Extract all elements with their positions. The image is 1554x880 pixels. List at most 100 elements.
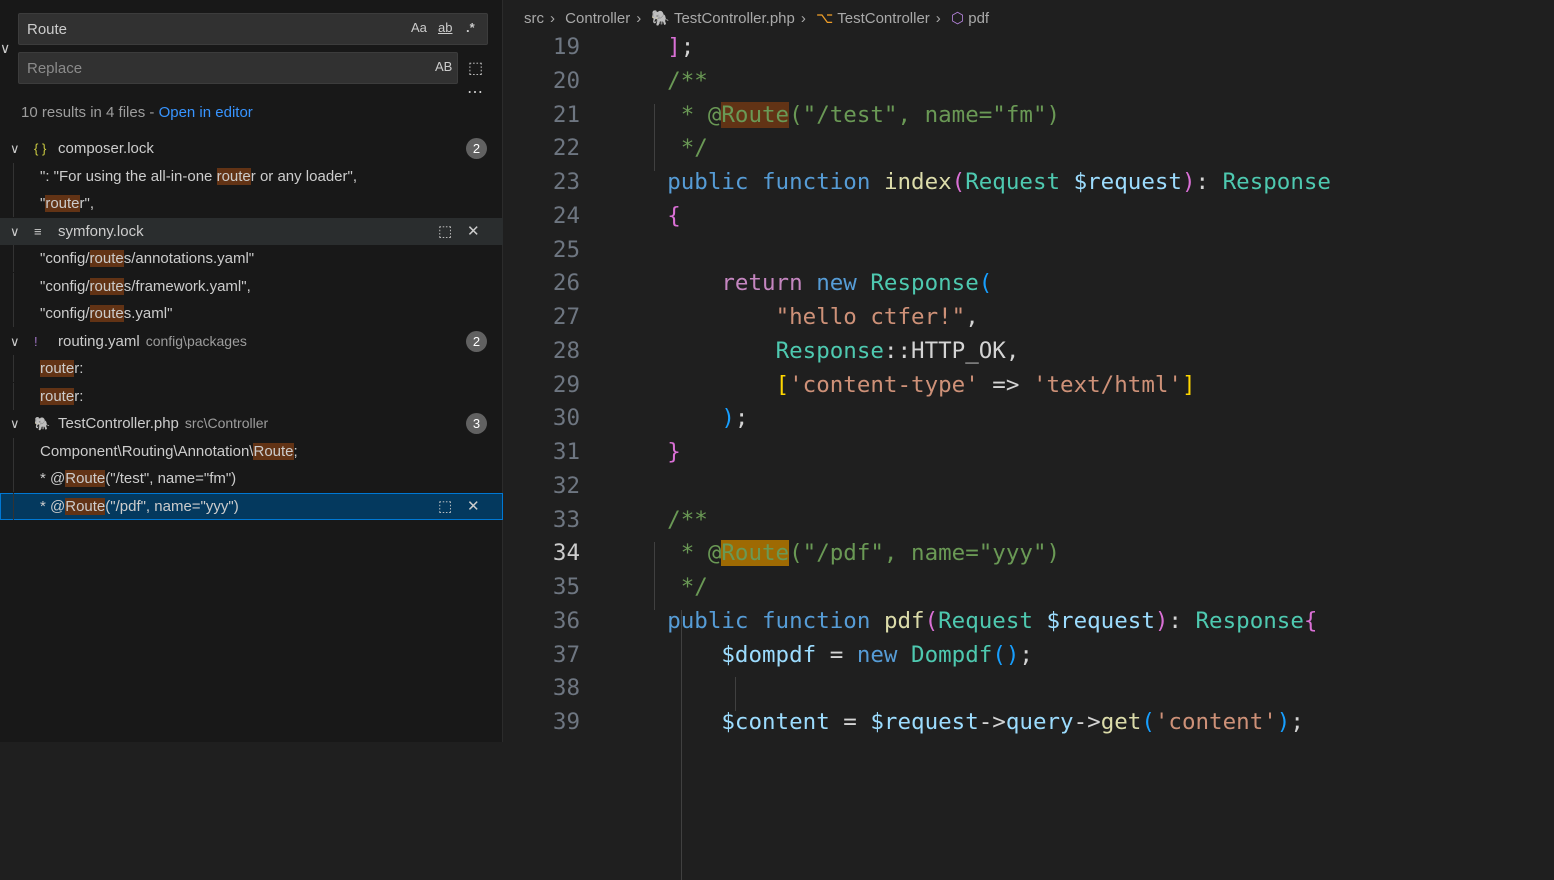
code-line: /** <box>613 507 708 533</box>
chevron-down-icon[interactable]: ∨ <box>10 410 20 437</box>
php-elephant-icon: 🐘 <box>34 416 51 431</box>
code-token: , <box>965 304 979 330</box>
match-line[interactable]: "router", <box>0 190 503 217</box>
replace-all-icon[interactable]: ⬚ <box>468 58 483 78</box>
file-name: TestController.php src\Controller <box>58 410 268 437</box>
match-post: s.yaml" <box>123 305 173 322</box>
line-number: 23 <box>552 169 580 195</box>
line-number: 32 <box>552 472 580 499</box>
match-hit: Route <box>65 497 106 515</box>
regex-toggle[interactable]: .* <box>466 20 475 35</box>
code-token: ) <box>1181 169 1196 195</box>
line-number: 22 <box>552 135 580 162</box>
breadcrumb-file[interactable]: TestController.php <box>674 10 795 27</box>
match-post: ("/pdf", name="yyy") <box>105 497 239 515</box>
line-number: 20 <box>552 67 580 94</box>
line-number: 31 <box>552 439 580 465</box>
code-token: $content <box>721 709 830 735</box>
code-token: ; <box>1290 709 1304 735</box>
match-line[interactable]: "config/routes/framework.yaml", <box>0 272 503 300</box>
match-pre: * @ <box>40 470 66 487</box>
line-number: 30 <box>552 405 580 432</box>
indent-guide <box>680 643 682 880</box>
code-token: ] <box>1181 371 1196 398</box>
match-whole-word-toggle[interactable]: ab <box>438 20 452 35</box>
code-token: Response <box>775 337 884 364</box>
match-post: ; <box>293 442 298 460</box>
class-icon: ⌥ <box>816 10 834 27</box>
code-token: query <box>1005 709 1074 735</box>
line-number: 35 <box>552 574 580 600</box>
code-token: * @ <box>613 540 722 567</box>
preserve-case-toggle[interactable]: AB <box>435 59 452 74</box>
code-token: ; <box>680 34 695 60</box>
code-token: => <box>978 371 1033 398</box>
open-in-editor-link[interactable]: Open in editor <box>159 104 253 121</box>
chevron-down-icon[interactable]: ∨ <box>10 328 20 355</box>
breadcrumb-controller[interactable]: Controller <box>565 10 630 27</box>
code-token: -> <box>978 709 1006 735</box>
more-options-icon[interactable]: ⋯ <box>467 82 483 102</box>
code-token: ( <box>951 169 966 195</box>
line-number: 29 <box>552 371 580 398</box>
result-file-2[interactable]: ∨! routing.yaml config\packages 2 <box>0 328 503 355</box>
chevron-down-icon[interactable]: ∨ <box>10 135 20 162</box>
breadcrumb-class[interactable]: TestController <box>837 10 930 27</box>
dismiss-icon[interactable]: ✕ <box>467 218 480 245</box>
search-sidebar: ∨ Route Aa ab .* Replace AB ⬚ ⋯ 10 resul… <box>0 0 503 742</box>
search-query-text: Route <box>27 21 68 38</box>
code-token: Route <box>721 101 790 128</box>
line-number: 25 <box>552 236 580 263</box>
match-hit: route <box>40 360 75 377</box>
match-case-toggle[interactable]: Aa <box>411 20 427 35</box>
breadcrumb-method[interactable]: pdf <box>968 10 989 27</box>
code-token: Response <box>870 270 979 297</box>
match-text: * @Route("/pdf", name="yyy") <box>40 493 239 520</box>
match-line[interactable]: "config/routes/annotations.yaml" <box>0 245 503 272</box>
code-line: ]; <box>613 34 694 60</box>
code-token: Response <box>1195 607 1304 634</box>
line-number: 24 <box>552 202 580 229</box>
search-input[interactable]: Route Aa ab .* <box>18 13 488 45</box>
match-line[interactable]: Component\Routing\Annotation\Route; <box>0 437 503 465</box>
code-token: Response <box>1222 169 1331 195</box>
code-token: /** <box>613 506 708 533</box>
dismiss-icon[interactable]: ✕ <box>467 493 480 520</box>
code-line: ['content-type' => 'text/html'] <box>613 372 1196 398</box>
result-file-3[interactable]: ∨ 🐘 TestController.php src\Controller 3 <box>0 410 503 437</box>
match-hit: route <box>45 195 80 212</box>
replace-icon[interactable]: ⬚ <box>438 493 452 520</box>
match-pre: "config/ <box>40 250 90 267</box>
match-text: "router", <box>40 190 94 217</box>
result-file-1[interactable]: ∨ ≡ symfony.lock ⬚ ✕ <box>0 217 503 245</box>
match-hit: route <box>89 250 124 267</box>
code-token: Request <box>938 607 1033 634</box>
result-file-0[interactable]: ∨ { } composer.lock 2 <box>0 135 503 162</box>
match-line[interactable]: * @Route("/pdf", name="yyy") ⬚ ✕ <box>0 492 503 520</box>
match-hit: Route <box>65 470 106 487</box>
replace-input[interactable]: Replace AB <box>18 52 458 84</box>
code-token: "hello ctfer!" <box>775 304 966 330</box>
code-token: Dompdf <box>911 641 993 668</box>
match-line[interactable]: ": "For using the all-in-one router or a… <box>0 162 503 190</box>
match-line[interactable]: router: <box>0 382 503 410</box>
toggle-replace-chevron-icon[interactable]: ∨ <box>0 40 10 57</box>
code-token: [ <box>775 371 790 398</box>
match-line[interactable]: router: <box>0 355 503 382</box>
breadcrumb-src[interactable]: src <box>524 10 544 27</box>
match-line[interactable]: "config/routes.yaml" <box>0 300 503 327</box>
replace-all-in-file-icon[interactable]: ⬚ <box>438 218 452 245</box>
code-token: new <box>816 270 857 297</box>
results-summary: 10 results in 4 files - Open in editor <box>21 104 253 121</box>
code-token: 'content-type' <box>789 371 979 398</box>
chevron-down-icon[interactable]: ∨ <box>10 218 20 245</box>
match-line[interactable]: * @Route("/test", name="fm") <box>0 465 503 492</box>
match-text: router: <box>40 383 83 410</box>
match-pre: "config/ <box>40 277 90 295</box>
file-path: src\Controller <box>184 415 269 431</box>
